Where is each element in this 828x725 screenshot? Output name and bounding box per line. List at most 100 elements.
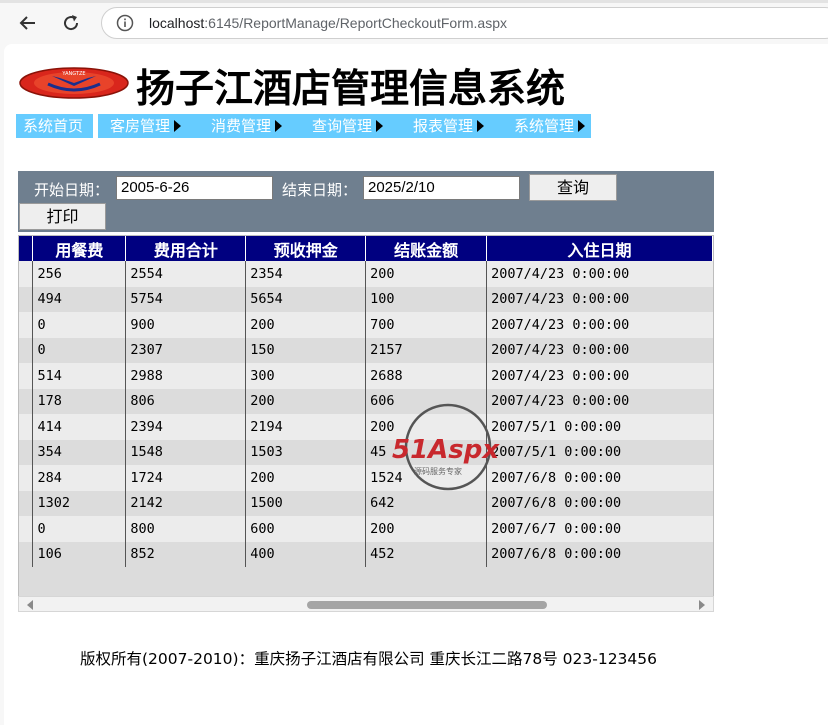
table-cell: 1548 bbox=[125, 439, 246, 465]
print-button[interactable]: 打印 bbox=[19, 203, 106, 230]
column-header: 用餐费 bbox=[32, 236, 127, 261]
row-selector[interactable] bbox=[19, 286, 33, 312]
menu-item-query[interactable]: 查询管理 bbox=[300, 114, 401, 138]
table-cell: 0 bbox=[32, 337, 126, 363]
table-row: 0 900 200 700 2007/4/23 0:00:00 bbox=[19, 312, 713, 338]
row-selector[interactable] bbox=[19, 312, 33, 338]
row-selector[interactable] bbox=[19, 439, 33, 465]
table-cell: 106 bbox=[32, 541, 126, 567]
table-cell: 1503 bbox=[245, 439, 366, 465]
row-selector[interactable] bbox=[19, 516, 33, 542]
table-cell: 852 bbox=[125, 541, 246, 567]
table-cell: 2688 bbox=[365, 363, 487, 389]
table-cell: 514 bbox=[32, 363, 126, 389]
url-text: localhost:6145/ReportManage/ReportChecko… bbox=[149, 15, 507, 31]
start-date-input[interactable]: 2005-6-26 bbox=[116, 176, 273, 200]
table-cell: 2007/5/1 0:00:00 bbox=[486, 414, 713, 440]
table-row: 1302 2142 1500 642 2007/6/8 0:00:00 bbox=[19, 490, 713, 516]
row-selector[interactable] bbox=[19, 388, 33, 414]
submenu-arrow-icon bbox=[578, 120, 586, 132]
table-cell: 0 bbox=[32, 516, 126, 542]
row-selector[interactable] bbox=[19, 465, 33, 491]
watermark-logo: 51Aspx 源码服务专家 bbox=[392, 403, 500, 491]
table-cell: 200 bbox=[365, 261, 487, 287]
table-cell: 600 bbox=[245, 516, 366, 542]
table-cell: 5754 bbox=[125, 286, 246, 312]
row-selector[interactable] bbox=[19, 363, 33, 389]
table-cell: 200 bbox=[245, 465, 366, 491]
footer-copyright: 版权所有(2007-2010)：重庆扬子江酒店有限公司 重庆长江二路78号 02… bbox=[80, 650, 658, 668]
table-cell: 2007/4/23 0:00:00 bbox=[486, 261, 713, 287]
start-date-label: 开始日期： bbox=[34, 181, 110, 199]
table-cell: 806 bbox=[125, 388, 246, 414]
table-cell: 900 bbox=[125, 312, 246, 338]
reload-button[interactable] bbox=[58, 10, 84, 36]
table-cell: 2007/4/23 0:00:00 bbox=[486, 286, 713, 312]
table-cell: 2007/6/8 0:00:00 bbox=[486, 465, 713, 491]
svg-text:YANGTZE: YANGTZE bbox=[61, 71, 85, 77]
row-selector[interactable] bbox=[19, 541, 33, 567]
table-cell: 452 bbox=[365, 541, 487, 567]
back-button[interactable] bbox=[15, 10, 41, 36]
scroll-left-icon[interactable] bbox=[27, 600, 33, 610]
row-selector[interactable] bbox=[19, 490, 33, 516]
column-header: 结账金额 bbox=[365, 236, 488, 261]
menu-item-report[interactable]: 报表管理 bbox=[401, 114, 502, 138]
row-selector[interactable] bbox=[19, 337, 33, 363]
table-row: 514 2988 300 2688 2007/4/23 0:00:00 bbox=[19, 363, 713, 389]
table-cell: 800 bbox=[125, 516, 246, 542]
svg-text:源码服务专家: 源码服务专家 bbox=[414, 466, 462, 476]
browser-toolbar: localhost:6145/ReportManage/ReportChecko… bbox=[0, 0, 828, 44]
checkout-table: 用餐费 费用合计 预收押金 结账金额 入住日期 256 2554 2354 200 20… bbox=[19, 236, 713, 567]
table-cell: 2007/6/8 0:00:00 bbox=[486, 490, 713, 516]
search-panel: 开始日期： 2005-6-26 结束日期： 2025/2/10 查询 打印 bbox=[18, 171, 714, 232]
table-cell: 1500 bbox=[245, 490, 366, 516]
site-info-icon[interactable] bbox=[116, 14, 134, 32]
menu-item-room[interactable]: 客房管理 bbox=[98, 114, 199, 138]
table-header-row: 用餐费 费用合计 预收押金 结账金额 入住日期 bbox=[19, 236, 713, 261]
table-row: 178 806 200 606 2007/4/23 0:00:00 bbox=[19, 388, 713, 414]
svg-text:51Aspx: 51Aspx bbox=[392, 435, 500, 465]
table-cell: 200 bbox=[245, 312, 366, 338]
table-cell: 2007/6/8 0:00:00 bbox=[486, 541, 713, 567]
table-cell: 414 bbox=[32, 414, 126, 440]
back-arrow-icon bbox=[19, 16, 35, 30]
table-cell: 5654 bbox=[245, 286, 366, 312]
table-cell: 2142 bbox=[125, 490, 246, 516]
table-cell: 150 bbox=[245, 337, 366, 363]
menu-item-consumption[interactable]: 消费管理 bbox=[199, 114, 300, 138]
table-cell: 494 bbox=[32, 286, 126, 312]
row-selector[interactable] bbox=[19, 261, 33, 287]
checkout-grid: 用餐费 费用合计 预收押金 结账金额 入住日期 256 2554 2354 200 20… bbox=[18, 235, 714, 610]
menu-item-system[interactable]: 系统管理 bbox=[502, 114, 591, 138]
table-cell: 200 bbox=[245, 388, 366, 414]
scroll-right-icon[interactable] bbox=[699, 600, 705, 610]
query-button[interactable]: 查询 bbox=[529, 174, 617, 201]
table-cell: 2007/4/23 0:00:00 bbox=[486, 337, 713, 363]
page-content: YANGTZE 扬子江酒店管理信息系统 系统首页 客房管理 消费管理 查询管理 … bbox=[4, 44, 828, 725]
menu-item-label: 查询管理 bbox=[312, 117, 373, 135]
horizontal-scrollbar[interactable] bbox=[18, 596, 714, 612]
column-header: 费用合计 bbox=[125, 236, 247, 261]
site-title: 扬子江酒店管理信息系统 bbox=[136, 67, 566, 112]
table-cell: 2554 bbox=[125, 261, 246, 287]
table-cell: 300 bbox=[245, 363, 366, 389]
scrollbar-thumb[interactable] bbox=[307, 601, 547, 609]
submenu-arrow-icon bbox=[275, 120, 283, 132]
table-row: 256 2554 2354 200 2007/4/23 0:00:00 bbox=[19, 261, 713, 287]
table-cell: 2157 bbox=[365, 337, 487, 363]
end-date-input[interactable]: 2025/2/10 bbox=[363, 176, 520, 200]
row-selector[interactable] bbox=[19, 414, 33, 440]
table-cell: 2007/6/7 0:00:00 bbox=[486, 516, 713, 542]
table-cell: 700 bbox=[365, 312, 487, 338]
menu-item-home[interactable]: 系统首页 bbox=[16, 114, 93, 138]
table-cell: 2988 bbox=[125, 363, 246, 389]
address-bar[interactable]: localhost:6145/ReportManage/ReportChecko… bbox=[101, 7, 828, 39]
table-cell: 354 bbox=[32, 439, 126, 465]
row-selector-header bbox=[19, 236, 34, 261]
menu-item-label: 消费管理 bbox=[211, 117, 272, 135]
menu-item-label: 系统管理 bbox=[514, 117, 575, 135]
table-row: 0 800 600 200 2007/6/7 0:00:00 bbox=[19, 516, 713, 542]
table-cell: 1724 bbox=[125, 465, 246, 491]
column-header: 预收押金 bbox=[245, 236, 367, 261]
